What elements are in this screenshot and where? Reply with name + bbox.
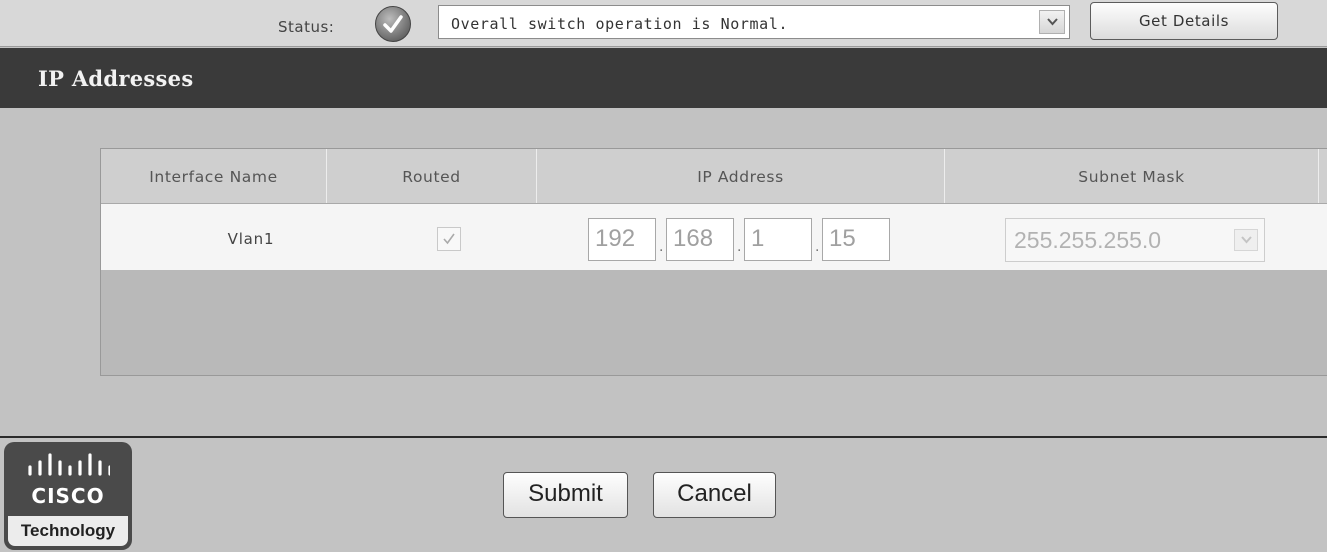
content-area: Interface Name Routed IP Address Subnet … (0, 108, 1327, 436)
chevron-down-icon[interactable] (1234, 229, 1258, 251)
column-header-ip-address: IP Address (537, 149, 945, 203)
cisco-logo-text: CISCO (31, 484, 105, 508)
routed-checkbox[interactable] (437, 227, 461, 251)
ip-separator: . (659, 238, 664, 255)
column-header-interface-name: Interface Name (101, 149, 327, 203)
interface-name-cell: Vlan1 (227, 230, 275, 248)
column-header-routed: Routed (327, 149, 537, 203)
get-details-button[interactable]: Get Details (1090, 2, 1278, 40)
cancel-button[interactable]: Cancel (653, 472, 776, 518)
ip-octet-4-input[interactable]: 15 (822, 218, 890, 261)
cisco-logo-subtext: Technology (8, 516, 128, 546)
table-row: Vlan1 192 . 168 . 1 . 15 255.255.255.0 (101, 204, 1327, 270)
ip-octet-2-input[interactable]: 168 (666, 218, 734, 261)
check-circle-icon (375, 6, 411, 42)
status-dropdown[interactable]: Overall switch operation is Normal. (438, 5, 1070, 39)
subnet-mask-value: 255.255.255.0 (1014, 227, 1162, 253)
check-icon (443, 233, 455, 245)
status-selected-text: Overall switch operation is Normal. (451, 15, 789, 33)
column-header-subnet-mask: Subnet Mask (945, 149, 1319, 203)
ip-addresses-table: Interface Name Routed IP Address Subnet … (100, 148, 1327, 376)
ip-octet-3-input[interactable]: 1 (744, 218, 812, 261)
ip-separator: . (737, 238, 742, 255)
ip-separator: . (815, 238, 820, 255)
table-header: Interface Name Routed IP Address Subnet … (101, 149, 1327, 204)
footer: CISCO Technology Submit Cancel (0, 438, 1327, 552)
ip-octet-1-input[interactable]: 192 (588, 218, 656, 261)
status-bar: Status: Overall switch operation is Norm… (0, 0, 1327, 47)
subnet-mask-select[interactable]: 255.255.255.0 (1005, 218, 1265, 262)
page-title: IP Addresses (38, 66, 194, 91)
submit-button[interactable]: Submit (503, 472, 628, 518)
cisco-bars-icon (28, 453, 110, 476)
section-header: IP Addresses (0, 48, 1327, 108)
chevron-down-icon[interactable] (1039, 10, 1065, 34)
cisco-logo: CISCO Technology (4, 442, 132, 550)
status-label: Status: (278, 18, 335, 36)
